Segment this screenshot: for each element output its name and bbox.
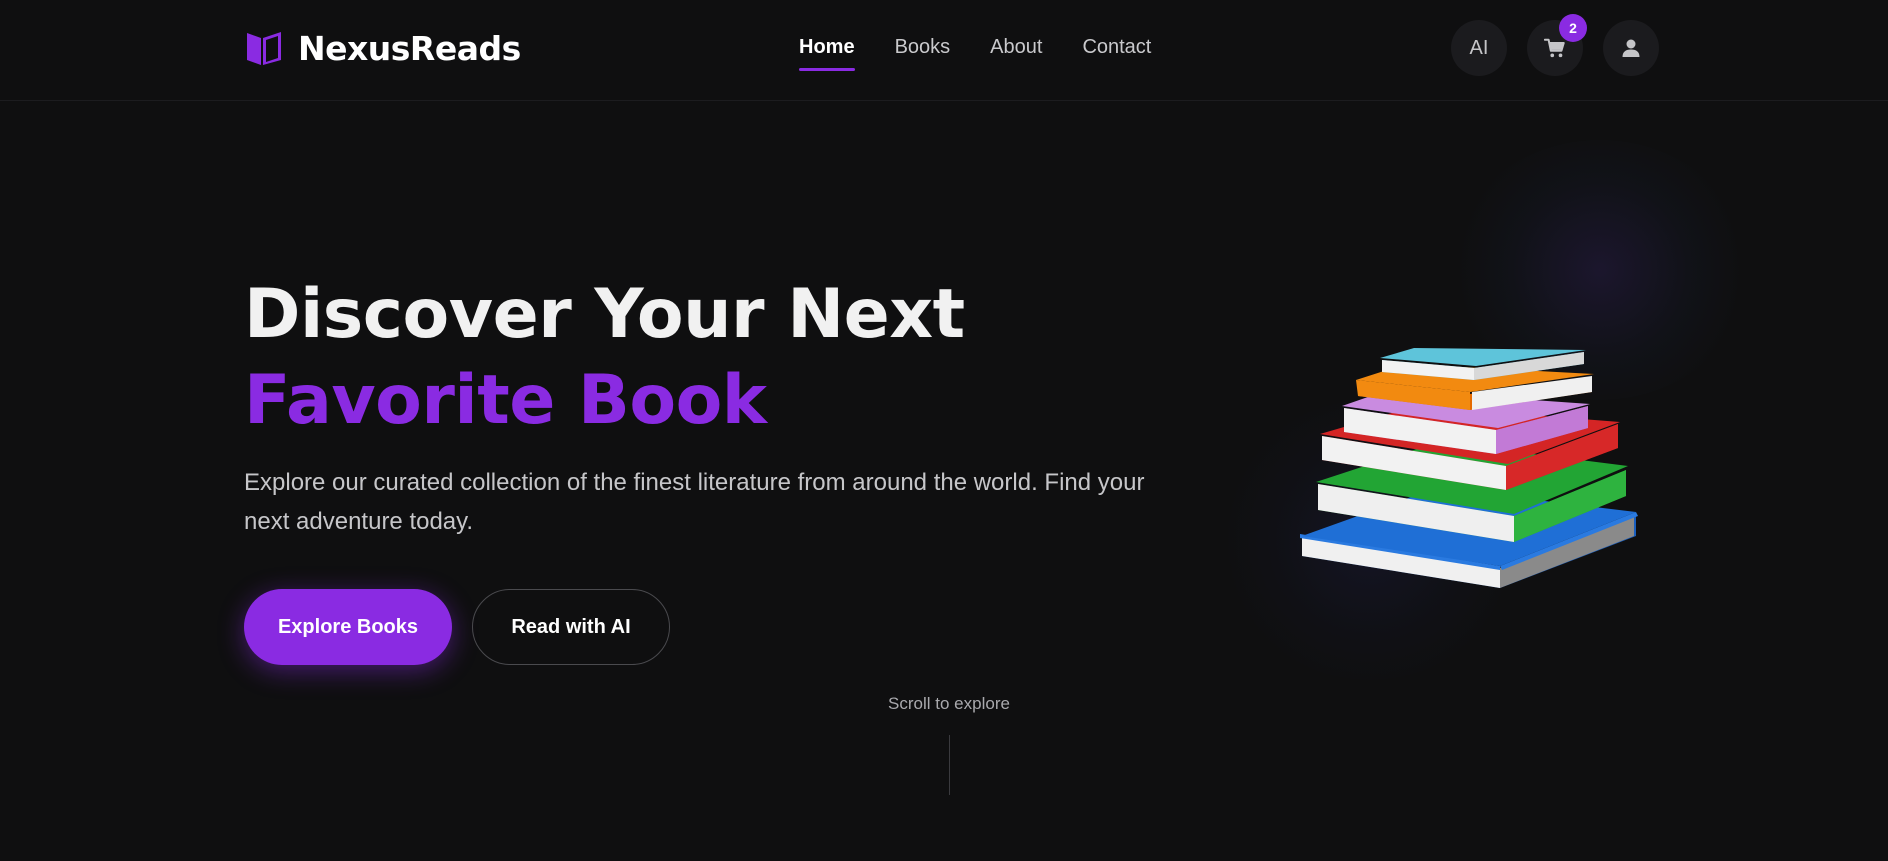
explore-books-button[interactable]: Explore Books bbox=[244, 589, 452, 665]
nav-item-about[interactable]: About bbox=[990, 36, 1042, 71]
books-stack-icon bbox=[1300, 348, 1638, 588]
nav-item-home[interactable]: Home bbox=[799, 36, 855, 71]
landing-page: NexusReads Home Books About Contact AI 2 bbox=[0, 0, 1888, 861]
hero-description: Explore our curated collection of the fi… bbox=[244, 469, 1145, 535]
scroll-indicator-line bbox=[949, 735, 950, 795]
read-with-ai-button[interactable]: Read with AI bbox=[472, 589, 670, 665]
user-button[interactable] bbox=[1603, 20, 1659, 76]
hero-title-highlight: Favorite Book bbox=[244, 361, 767, 440]
main-nav: Home Books About Contact bbox=[799, 36, 1151, 71]
user-icon bbox=[1622, 39, 1640, 57]
cart-button[interactable]: 2 bbox=[1527, 14, 1587, 76]
hero-title-line1: Discover Your Next bbox=[244, 275, 965, 354]
brand-name: NexusReads bbox=[298, 28, 521, 68]
ai-button[interactable]: AI bbox=[1451, 20, 1507, 76]
ai-button-label: AI bbox=[1469, 36, 1489, 59]
open-book-icon bbox=[247, 32, 281, 65]
hero-title: Discover Your Next Favorite Book bbox=[244, 272, 965, 444]
nav-item-books[interactable]: Books bbox=[895, 36, 951, 71]
cart-count-badge: 2 bbox=[1559, 14, 1587, 42]
scroll-hint: Scroll to explore bbox=[888, 694, 1010, 713]
site-header: NexusReads Home Books About Contact AI 2 bbox=[0, 0, 1888, 101]
cart-icon bbox=[1544, 38, 1565, 58]
nav-item-contact[interactable]: Contact bbox=[1082, 36, 1151, 71]
brand-logo[interactable]: NexusReads bbox=[244, 28, 521, 68]
header-actions: AI 2 bbox=[1451, 14, 1659, 76]
